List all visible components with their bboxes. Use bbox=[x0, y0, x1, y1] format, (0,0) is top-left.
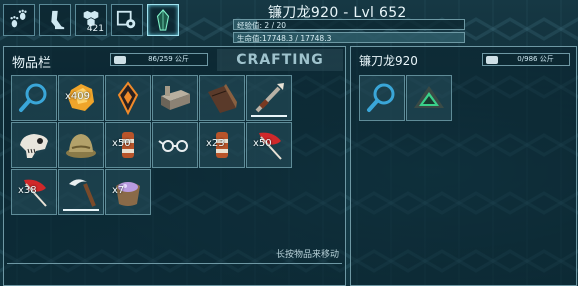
move-hint: 长按物品来移动 bbox=[275, 250, 339, 260]
durability-bar bbox=[251, 115, 287, 117]
bench-structure-icon bbox=[161, 86, 190, 110]
inventory-slot[interactable] bbox=[152, 75, 198, 121]
dino-weight: 0/986 公斤 bbox=[482, 53, 570, 66]
search-icon bbox=[19, 83, 47, 112]
weight-icon bbox=[486, 55, 498, 64]
weight-icon bbox=[114, 55, 126, 64]
experience-bar: 经验值: 2 / 20 bbox=[233, 19, 465, 30]
inventory-slot[interactable]: x50 bbox=[105, 122, 151, 168]
inventory-slot[interactable] bbox=[246, 75, 292, 121]
inventory-slot[interactable] bbox=[105, 75, 151, 121]
divider bbox=[7, 263, 342, 264]
dino-panel-title: 镰刀龙920 bbox=[359, 54, 418, 68]
inventory-slot[interactable] bbox=[11, 122, 57, 168]
wooden-ramp-icon bbox=[208, 84, 237, 113]
player-inventory-panel: 物品栏 86/259 公斤 CRAFTING x409 x50 x23 x50 … bbox=[3, 46, 346, 286]
dino-inventory-panel: 镰刀龙920 0/986 公斤 bbox=[350, 46, 577, 286]
inventory-grid: x409 x50 x23 x50 x38 x7 bbox=[11, 75, 292, 215]
tame-settings-icon[interactable] bbox=[111, 4, 143, 36]
sickle-icon bbox=[69, 179, 96, 207]
inventory-slot[interactable] bbox=[58, 122, 104, 168]
search-slot[interactable] bbox=[359, 75, 405, 121]
inventory-slot[interactable] bbox=[406, 75, 452, 121]
green-triangle-icon bbox=[414, 86, 444, 108]
inventory-slot[interactable]: x23 bbox=[199, 122, 245, 168]
engram-count: 421 bbox=[86, 24, 104, 34]
inventory-slot[interactable]: x50 bbox=[246, 122, 292, 168]
health-text: 生命值:17748.3 / 17748.3 bbox=[237, 34, 332, 43]
inventory-slot[interactable]: x409 bbox=[58, 75, 104, 121]
crafting-tab[interactable]: CRAFTING bbox=[217, 49, 343, 71]
pith-helmet-icon bbox=[66, 134, 96, 158]
paw-tracks-icon[interactable] bbox=[3, 4, 35, 36]
harpoon-icon bbox=[255, 83, 284, 113]
orange-gem-icon bbox=[117, 81, 139, 116]
top-tab-bar: 421 bbox=[0, 0, 179, 44]
tek-crystal-icon[interactable] bbox=[147, 4, 179, 36]
engram-hexes-icon[interactable]: 421 bbox=[75, 4, 107, 36]
inventory-slot[interactable] bbox=[58, 169, 104, 215]
inventory-slot[interactable]: x38 bbox=[11, 169, 57, 215]
inventory-slot[interactable]: x7 bbox=[105, 169, 151, 215]
inventory-slot[interactable] bbox=[152, 122, 198, 168]
inventory-title: 物品栏 bbox=[12, 56, 52, 71]
search-icon bbox=[367, 83, 395, 112]
search-slot[interactable] bbox=[11, 75, 57, 121]
inventory-weight: 86/259 公斤 bbox=[110, 53, 208, 66]
glasses-icon bbox=[158, 140, 188, 152]
dino-skull-icon bbox=[20, 134, 48, 158]
durability-bar bbox=[63, 209, 99, 211]
inventory-slot[interactable] bbox=[199, 75, 245, 121]
dino-inventory-grid bbox=[359, 75, 452, 121]
health-bar: 生命值:17748.3 / 17748.3 bbox=[233, 32, 465, 43]
experience-text: 经验值: 2 / 20 bbox=[237, 21, 287, 30]
dino-leg-icon[interactable] bbox=[39, 4, 71, 36]
